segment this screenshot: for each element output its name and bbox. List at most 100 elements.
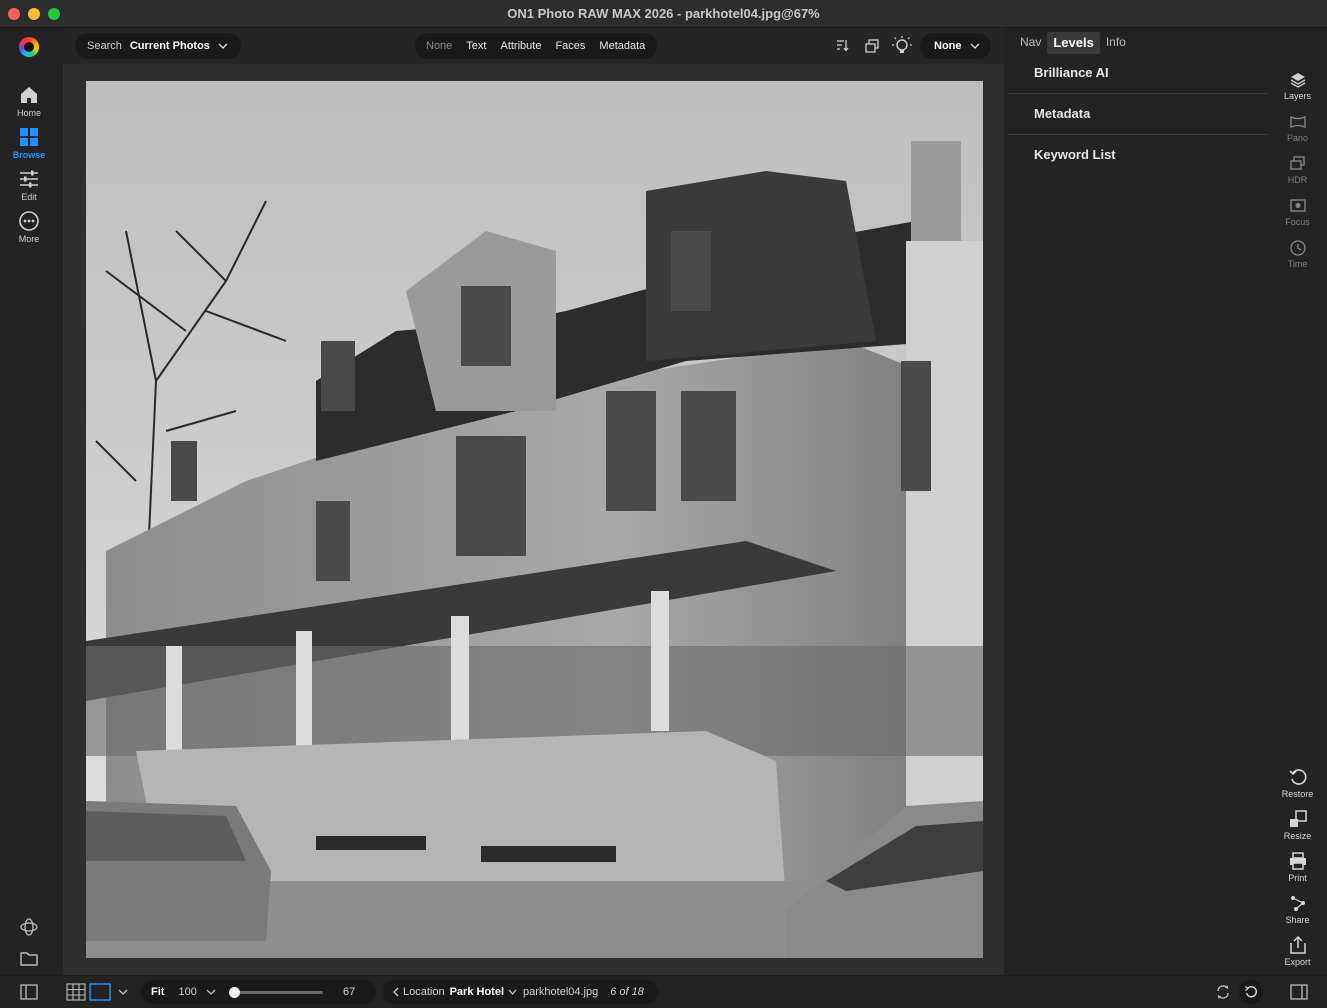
zoom-fit-button[interactable]: Fit [151, 986, 164, 998]
tool-export-label: Export [1284, 957, 1311, 967]
undo-icon [1245, 985, 1258, 998]
stack-icon[interactable] [864, 38, 880, 54]
grid-view-icon[interactable] [66, 983, 86, 1001]
top-bar: Search Current Photos None Text Attribut… [63, 28, 1004, 64]
share-icon [1290, 896, 1305, 911]
resize-icon [1289, 810, 1307, 827]
layers-icon [1290, 73, 1305, 88]
folder-icon[interactable] [19, 948, 39, 968]
tool-rail: Layers Pano HDR Focus Time Restore Resiz… [1268, 28, 1327, 975]
image-canvas[interactable] [63, 64, 1004, 975]
preset-dropdown[interactable]: None [920, 33, 991, 59]
tool-resize-label: Resize [1283, 831, 1312, 841]
sync-cloud-icon[interactable] [19, 917, 39, 937]
panel-tabs: Nav Levels Info [1014, 32, 1132, 54]
chevron-down-icon[interactable] [508, 989, 517, 995]
tool-layers[interactable]: Layers [1268, 71, 1327, 101]
search-scope-dropdown[interactable]: Search Current Photos [75, 33, 241, 59]
window-title: ON1 Photo RAW MAX 2026 - parkhotel04.jpg… [507, 6, 820, 21]
nav-more-label: More [18, 234, 40, 244]
tab-info[interactable]: Info [1100, 32, 1132, 54]
section-metadata-title: Metadata [1034, 106, 1091, 121]
hdr-icon [1289, 156, 1305, 170]
app-logo-icon[interactable] [19, 37, 39, 57]
nav-edit[interactable]: Edit [0, 168, 58, 208]
section-keyword-list-title: Keyword List [1034, 147, 1116, 162]
printer-icon [1289, 852, 1306, 870]
tab-nav[interactable]: Nav [1014, 32, 1047, 54]
chevron-down-icon [970, 43, 979, 49]
undo-button[interactable] [1239, 980, 1263, 1004]
left-panel-toggle-icon[interactable] [20, 984, 38, 1000]
section-brilliance-ai-title: Brilliance AI [1034, 65, 1109, 80]
preset-value: None [934, 40, 962, 52]
tool-print-label: Print [1288, 873, 1307, 883]
filename: parkhotel04.jpg [523, 986, 599, 998]
tool-hdr[interactable]: HDR [1268, 155, 1327, 185]
nav-home[interactable]: Home [0, 84, 58, 124]
nav-home-label: Home [16, 108, 41, 118]
section-metadata[interactable]: Metadata [1008, 94, 1268, 135]
left-nav: Home Browse Edit More [0, 28, 58, 975]
restore-icon [1288, 769, 1306, 785]
tool-resize[interactable]: Resize [1268, 809, 1327, 841]
nav-edit-label: Edit [21, 192, 37, 202]
filter-segmented-control: None Text Attribute Faces Metadata [415, 33, 657, 59]
zoom-percent: 67 [343, 986, 356, 998]
tool-restore[interactable]: Restore [1268, 767, 1327, 799]
sort-icon[interactable] [835, 38, 849, 52]
pano-icon [1289, 116, 1306, 128]
zoom-value[interactable]: 100 [178, 986, 196, 998]
nav-browse-label: Browse [12, 150, 46, 160]
zoom-slider-handle[interactable] [229, 987, 240, 998]
tool-layers-label: Layers [1283, 91, 1311, 101]
tool-print[interactable]: Print [1268, 851, 1327, 883]
tool-export[interactable]: Export [1268, 935, 1327, 967]
tool-share[interactable]: Share [1268, 893, 1327, 925]
location-value[interactable]: Park Hotel [450, 986, 504, 998]
section-brilliance-ai[interactable]: Brilliance AI [1008, 53, 1268, 94]
filter-faces[interactable]: Faces [548, 40, 592, 52]
location-label: Location [403, 986, 445, 998]
detail-view-icon[interactable] [89, 983, 111, 1001]
more-icon [19, 211, 39, 231]
photo-preview [86, 81, 983, 958]
time-icon [1289, 240, 1306, 256]
chevron-down-icon[interactable] [118, 989, 128, 995]
tool-time-label: Time [1287, 259, 1308, 269]
search-label: Search [87, 40, 122, 52]
tool-restore-label: Restore [1281, 789, 1314, 799]
zoom-slider[interactable] [229, 987, 323, 998]
tool-time[interactable]: Time [1268, 239, 1327, 269]
tool-focus[interactable]: Focus [1268, 197, 1327, 227]
sliders-icon [20, 170, 38, 188]
image-count: 6 of 18 [610, 986, 644, 998]
focus-icon [1289, 199, 1306, 212]
filter-attribute[interactable]: Attribute [493, 40, 548, 52]
bottom-bar: Fit 100 67 Location Park Hotel parkhotel… [0, 975, 1327, 1008]
export-icon [1289, 935, 1306, 954]
nav-browse[interactable]: Browse [0, 126, 58, 166]
filter-none[interactable]: None [419, 40, 459, 52]
lightbulb-icon[interactable] [891, 35, 913, 57]
tool-hdr-label: HDR [1287, 175, 1308, 185]
chevron-down-icon[interactable] [206, 989, 216, 995]
tool-share-label: Share [1285, 915, 1310, 925]
tab-levels[interactable]: Levels [1047, 32, 1100, 54]
tool-pano-label: Pano [1286, 133, 1309, 143]
right-panel: Nav Levels Info Brilliance AI Metadata K… [1008, 28, 1268, 975]
section-keyword-list[interactable]: Keyword List [1008, 135, 1268, 176]
nav-more[interactable]: More [0, 210, 58, 250]
right-panel-toggle-icon[interactable] [1290, 984, 1308, 1000]
filter-metadata[interactable]: Metadata [592, 40, 652, 52]
tool-focus-label: Focus [1285, 217, 1310, 227]
title-bar: ON1 Photo RAW MAX 2026 - parkhotel04.jpg… [0, 0, 1327, 28]
zoom-control: Fit 100 67 [141, 980, 376, 1004]
tool-pano[interactable]: Pano [1268, 113, 1327, 143]
location-breadcrumb: Location Park Hotel parkhotel04.jpg 6 of… [383, 980, 658, 1004]
chevron-down-icon [218, 43, 228, 49]
filter-text[interactable]: Text [459, 40, 493, 52]
chevron-left-icon[interactable] [393, 987, 399, 997]
grid-icon [20, 128, 38, 146]
sync-icon[interactable] [1215, 984, 1231, 1000]
